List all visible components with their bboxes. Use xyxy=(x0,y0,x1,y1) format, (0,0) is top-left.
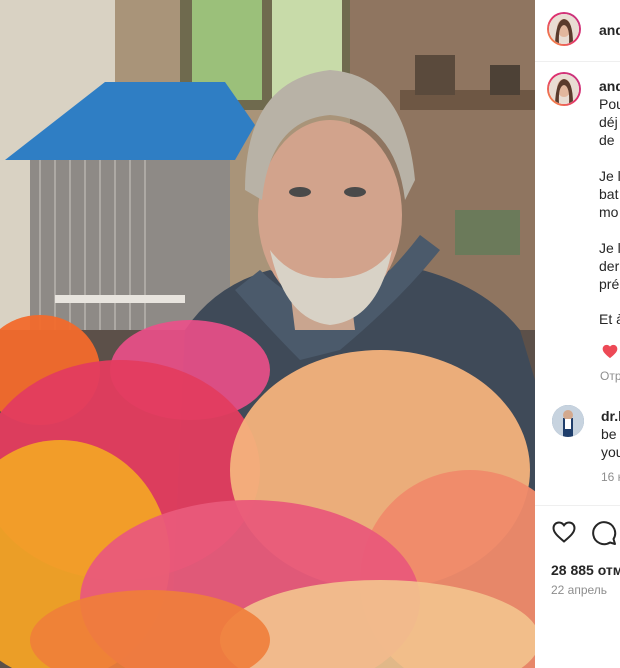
caption-username[interactable]: and xyxy=(599,77,620,95)
post-sidebar: and and Pou déj de Je l bat mo Je l der … xyxy=(535,0,620,668)
comment-line: you xyxy=(601,444,620,460)
caption-line: pré xyxy=(599,276,620,292)
caption-line: Pou xyxy=(599,96,620,112)
comment-meta: 16 н xyxy=(601,470,620,484)
caption-more-link[interactable]: Отр xyxy=(600,367,620,385)
post-header: and xyxy=(535,0,620,62)
heart-icon[interactable] xyxy=(552,521,576,548)
caption-line: mo xyxy=(599,204,619,220)
commenter-username[interactable]: dr.l xyxy=(601,407,620,425)
caption-line: der xyxy=(599,258,620,274)
author-avatar[interactable] xyxy=(547,12,581,46)
comment-line: be xyxy=(601,426,617,442)
caption-line: Et à xyxy=(599,311,620,327)
red-heart-icon[interactable] xyxy=(602,344,618,364)
caption-line: Je l xyxy=(599,240,620,256)
author-username[interactable]: and xyxy=(599,21,620,39)
caption-line: Je l xyxy=(599,168,620,184)
likes-count[interactable]: 28 885 отм xyxy=(551,561,620,579)
photo-illustration xyxy=(0,0,535,668)
commenter-avatar-image xyxy=(552,405,584,437)
author-avatar-image xyxy=(549,14,579,44)
caption-line: de xyxy=(599,132,615,148)
caption-line: déj xyxy=(599,114,618,130)
commenter-avatar[interactable] xyxy=(552,405,584,437)
caption-line: bat xyxy=(599,186,619,202)
caption-author-avatar[interactable] xyxy=(547,72,581,106)
post-photo[interactable] xyxy=(0,0,535,668)
post-date[interactable]: 22 апрель xyxy=(551,581,607,599)
caption-author-avatar-image xyxy=(549,74,579,104)
comment-bubble-icon[interactable] xyxy=(591,520,617,551)
